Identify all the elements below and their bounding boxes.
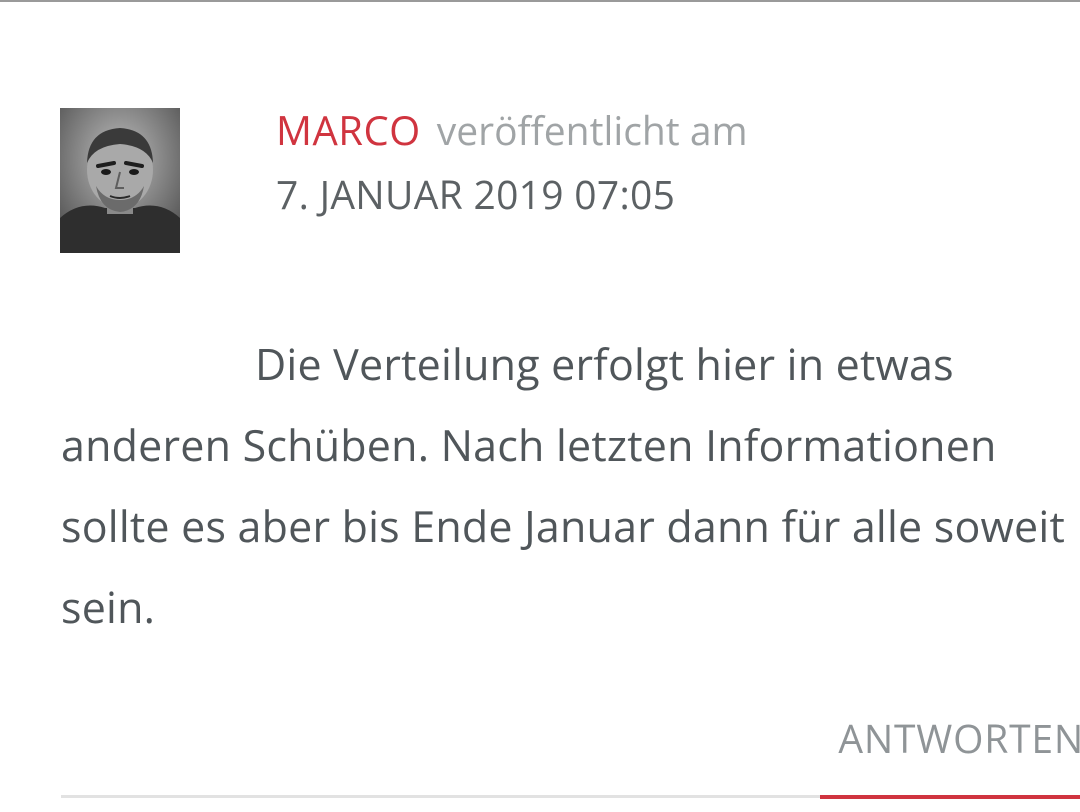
author-name[interactable]: MARCO xyxy=(276,102,421,157)
reply-button[interactable]: ANTWORTEN xyxy=(838,712,1080,765)
divider-accent xyxy=(820,795,1080,799)
published-label: veröffentlicht am xyxy=(436,104,748,157)
author-line: MARCO veröffentlicht am xyxy=(276,98,748,163)
comment-date[interactable]: 7. JANUAR 2019 07:05 xyxy=(276,163,748,227)
comment-meta: MARCO veröffentlicht am 7. JANUAR 2019 07… xyxy=(276,98,748,227)
top-border xyxy=(0,0,1080,2)
avatar-image xyxy=(60,108,180,253)
comment-text: Die Verteilung erfolgt hier in etwas and… xyxy=(61,334,1065,636)
avatar xyxy=(60,108,180,253)
